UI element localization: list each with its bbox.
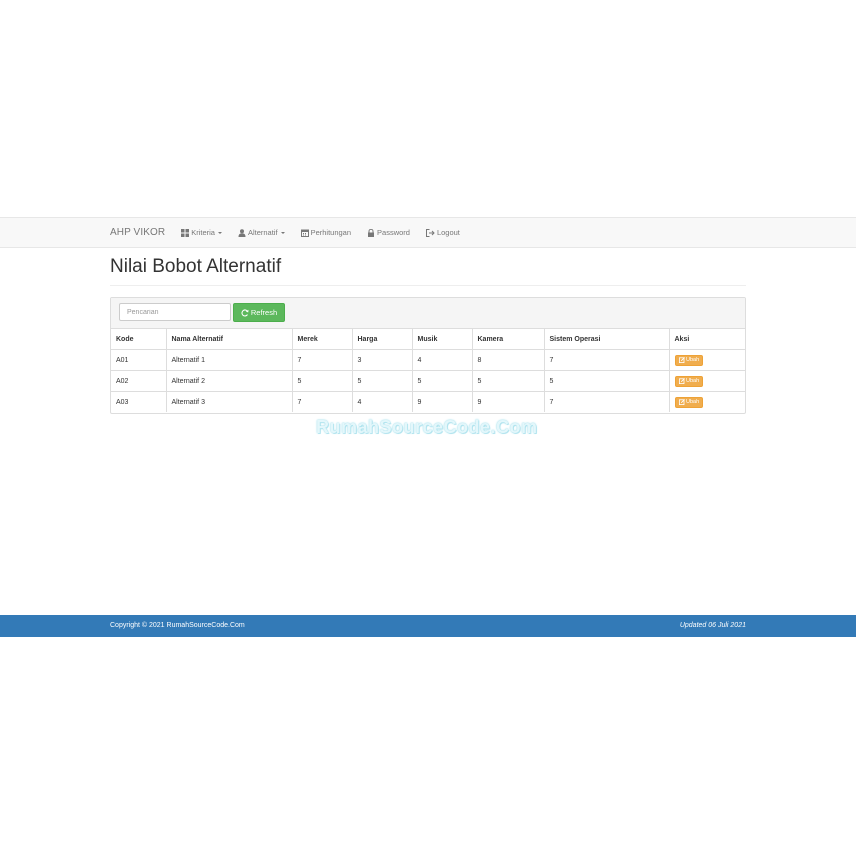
cell-merek: 7 xyxy=(291,391,353,412)
cell-kamera: 5 xyxy=(471,370,545,392)
edit-label: Ubah xyxy=(686,378,700,384)
column-header: Sistem Operasi xyxy=(543,329,670,350)
footer-updated: Updated 06 Juli 2021 xyxy=(679,622,746,629)
data-panel: Refresh Kode Nama Alternatif Merek Harga… xyxy=(110,297,746,414)
cell-sistem-operasi: 5 xyxy=(543,370,670,392)
cell-harga: 3 xyxy=(351,349,413,371)
edit-label: Ubah xyxy=(686,357,700,363)
logout-icon xyxy=(425,228,435,237)
column-header: Nama Alternatif xyxy=(165,329,293,350)
cell-kamera: 8 xyxy=(471,349,545,371)
table-row: A02 Alternatif 2 5 5 5 5 5 Ubah xyxy=(111,370,745,392)
navbar-brand[interactable]: AHP VIKOR xyxy=(110,227,165,238)
column-header: Kamera xyxy=(471,329,545,350)
nav-item-kriteria[interactable]: Kriteria xyxy=(181,228,222,237)
nav-item-label: Logout xyxy=(436,228,460,237)
edit-button[interactable]: Ubah xyxy=(674,354,704,366)
cell-aksi: Ubah xyxy=(668,391,745,412)
column-header: Merek xyxy=(291,329,353,350)
refresh-button[interactable]: Refresh xyxy=(233,303,285,322)
alternatif-table: Kode Nama Alternatif Merek Harga Musik K… xyxy=(111,329,745,412)
cell-musik: 4 xyxy=(411,349,473,371)
column-header: Aksi xyxy=(668,329,745,350)
cell-nama: Alternatif 2 xyxy=(165,370,293,392)
nav-item-logout[interactable]: Logout xyxy=(425,228,460,237)
table-row: A01 Alternatif 1 7 3 4 8 7 Ubah xyxy=(111,349,745,371)
cell-kode: A02 xyxy=(111,370,167,392)
lock-icon xyxy=(368,228,375,237)
cell-nama: Alternatif 3 xyxy=(165,391,293,412)
edit-button[interactable]: Ubah xyxy=(674,375,704,387)
cell-kamera: 9 xyxy=(471,391,545,412)
nav-item-password[interactable]: Password xyxy=(367,228,410,237)
cell-merek: 5 xyxy=(291,370,353,392)
edit-icon xyxy=(678,399,685,405)
cell-musik: 9 xyxy=(411,391,473,412)
panel-toolbar: Refresh xyxy=(111,298,745,329)
cell-harga: 5 xyxy=(351,370,413,392)
nav-item-perhitungan[interactable]: Perhitungan xyxy=(300,228,352,237)
cell-aksi: Ubah xyxy=(668,349,745,371)
nav-item-label: Perhitungan xyxy=(310,228,352,237)
watermark-text: RumahSourceCode.Com xyxy=(316,417,538,437)
column-header: Musik xyxy=(411,329,473,350)
refresh-icon xyxy=(241,308,249,317)
edit-icon xyxy=(678,357,685,363)
nav-item-label: Alternatif xyxy=(247,228,278,237)
cell-sistem-operasi: 7 xyxy=(543,391,670,412)
search-input[interactable] xyxy=(119,303,231,321)
calendar-icon xyxy=(300,229,309,237)
cell-harga: 4 xyxy=(351,391,413,412)
caret-down-icon xyxy=(217,231,222,234)
table-header-row: Kode Nama Alternatif Merek Harga Musik K… xyxy=(111,329,745,350)
column-header: Harga xyxy=(351,329,413,350)
cell-kode: A01 xyxy=(111,349,167,371)
footer-copyright: Copyright © 2021 RumahSourceCode.Com xyxy=(110,622,245,629)
cell-nama: Alternatif 1 xyxy=(165,349,293,371)
nav-item-alternatif[interactable]: Alternatif xyxy=(238,228,285,237)
cell-musik: 5 xyxy=(411,370,473,392)
cell-merek: 7 xyxy=(291,349,353,371)
caret-down-icon xyxy=(280,231,285,234)
cell-kode: A03 xyxy=(111,391,167,412)
page-title: Nilai Bobot Alternatif xyxy=(110,256,282,277)
page-footer: Copyright © 2021 RumahSourceCode.Com Upd… xyxy=(0,615,856,637)
cell-sistem-operasi: 7 xyxy=(543,349,670,371)
edit-button[interactable]: Ubah xyxy=(674,396,704,408)
edit-icon xyxy=(678,378,685,384)
title-divider xyxy=(110,285,746,286)
table-row: A03 Alternatif 3 7 4 9 9 7 Ubah xyxy=(111,391,745,412)
edit-label: Ubah xyxy=(686,399,700,405)
user-icon xyxy=(238,228,246,237)
th-large-icon xyxy=(181,228,190,237)
refresh-label: Refresh xyxy=(250,308,278,317)
cell-aksi: Ubah xyxy=(668,370,745,392)
column-header: Kode xyxy=(111,329,167,350)
nav-item-label: Kriteria xyxy=(191,228,215,237)
nav-item-label: Password xyxy=(377,228,410,237)
navbar-inner: AHP VIKOR Kriteria Alternatif Perhitunga… xyxy=(110,218,476,247)
top-navbar: AHP VIKOR Kriteria Alternatif Perhitunga… xyxy=(0,217,856,248)
